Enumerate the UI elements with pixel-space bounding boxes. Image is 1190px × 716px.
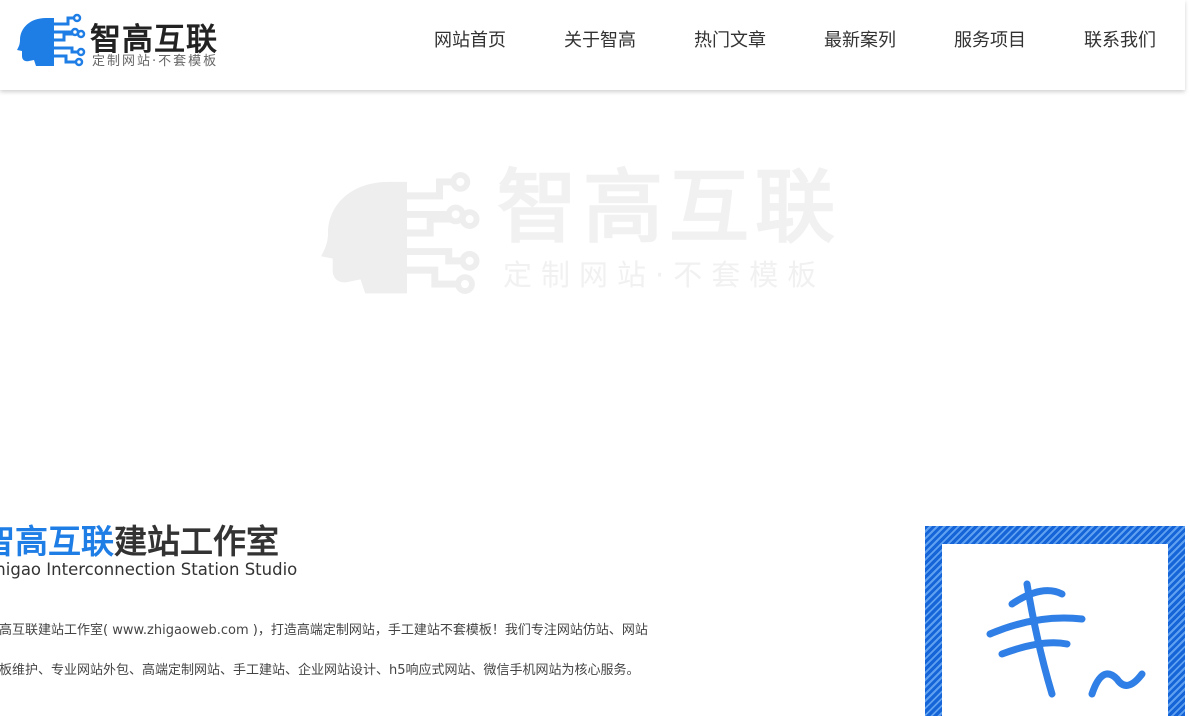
watermark-title: 智高互联 [497,161,841,254]
studio-paragraph-2: 模板维护、专业网站外包、高端定制网站、手工建站、企业网站设计、h5响应式网站、微… [0,663,640,678]
ai-head-circuit-icon [17,13,86,67]
nav-item-contact[interactable]: 联系我们 [1055,0,1185,84]
studio-paragraph-1: 智高互联建站工作室( www.zhigaoweb.com )，打造高端定制网站，… [0,623,648,638]
studio-title-highlight: 智高互联 [0,522,114,561]
main-nav: 网站首页 关于智高 热门文章 最新案列 服务项目 联系我们 [405,0,1185,90]
site-logo[interactable]: 智高互联 定制网站·不套模板 [16,12,246,70]
watermark-subtitle: 定制网站·不套模板 [503,258,826,292]
professional-calligraphy-banner [925,526,1185,716]
studio-subtitle-en: Zhigao Interconnection Station Studio [0,560,298,579]
nav-item-services[interactable]: 服务项目 [925,0,1055,84]
watermark-logo: 智高互联 定制网站·不套模板 [315,168,875,303]
logo-subtitle: 定制网站·不套模板 [92,54,219,69]
calligraphy-glyph [986,580,1146,698]
nav-item-articles[interactable]: 热门文章 [665,0,795,84]
banner-inner-panel [942,544,1168,716]
nav-item-home[interactable]: 网站首页 [405,0,535,84]
watermark-head-circuit-icon [321,172,480,294]
nav-item-cases[interactable]: 最新案列 [795,0,925,84]
studio-title: 智高互联建站工作室 [0,520,279,564]
studio-title-rest: 建站工作室 [114,522,279,561]
nav-item-about[interactable]: 关于智高 [535,0,665,84]
site-header: 智高互联 定制网站·不套模板 网站首页 关于智高 热门文章 最新案列 服务项目 … [0,0,1185,90]
